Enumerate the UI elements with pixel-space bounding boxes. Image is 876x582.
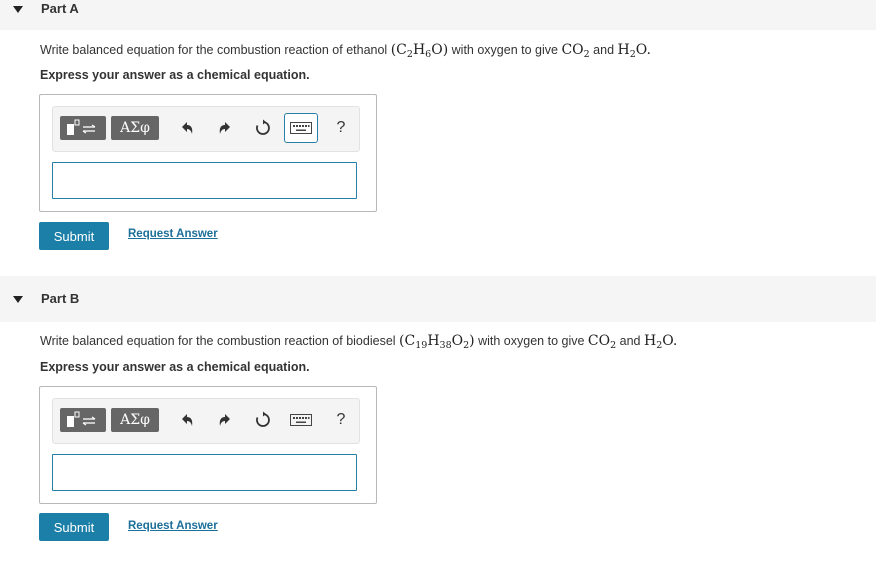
- part-b-submit-button[interactable]: Submit: [39, 513, 109, 541]
- part-b-math-toolbar: ΑΣφ ?: [52, 398, 360, 444]
- keyboard-icon: [290, 122, 312, 134]
- caret-down-icon[interactable]: [13, 296, 23, 303]
- redo-button[interactable]: [213, 116, 237, 140]
- help-button[interactable]: ?: [329, 408, 353, 432]
- h2o-formula: H2O.: [643, 333, 678, 351]
- part-b-question: Write balanced equation for the combusti…: [40, 333, 678, 351]
- caret-down-icon[interactable]: [13, 6, 23, 13]
- part-b-title: Part B: [41, 291, 80, 306]
- biodiesel-formula: (C19H38O2): [399, 333, 475, 351]
- help-icon: ?: [336, 411, 346, 428]
- part-a-answer-input[interactable]: [52, 162, 357, 199]
- undo-icon: [182, 122, 193, 134]
- part-b-answer-input[interactable]: [52, 454, 357, 491]
- ethanol-formula: (C2H6O): [390, 42, 449, 60]
- reset-icon: [256, 411, 270, 427]
- templates-icon: [67, 119, 96, 135]
- part-b-instruction: Express your answer as a chemical equati…: [40, 360, 310, 374]
- part-a-instruction: Express your answer as a chemical equati…: [40, 68, 310, 82]
- undo-button[interactable]: [175, 116, 199, 140]
- undo-button[interactable]: [175, 408, 199, 432]
- keyboard-button[interactable]: [284, 113, 318, 143]
- part-a-submit-button[interactable]: Submit: [39, 222, 109, 250]
- keyboard-icon: [290, 414, 312, 426]
- part-b-request-answer-link[interactable]: Request Answer: [128, 520, 218, 532]
- co2-formula: CO2: [561, 42, 590, 60]
- greek-symbols-button[interactable]: ΑΣφ: [111, 116, 159, 140]
- help-icon: ?: [336, 119, 346, 136]
- reset-button[interactable]: [251, 408, 275, 432]
- part-b-header[interactable]: Part B: [0, 276, 876, 322]
- templates-button[interactable]: [60, 408, 106, 432]
- redo-icon: [219, 122, 230, 134]
- help-button[interactable]: ?: [329, 116, 353, 140]
- keyboard-button[interactable]: [284, 405, 318, 435]
- part-a-request-answer-link[interactable]: Request Answer: [128, 228, 218, 240]
- part-a-title: Part A: [41, 1, 79, 16]
- reset-icon: [256, 119, 270, 135]
- part-a-question: Write balanced equation for the combusti…: [40, 42, 651, 60]
- templates-icon: [67, 411, 96, 427]
- reset-button[interactable]: [251, 116, 275, 140]
- h2o-formula: H2O.: [617, 42, 651, 60]
- templates-button[interactable]: [60, 116, 106, 140]
- co2-formula: CO2: [587, 333, 617, 351]
- part-a-answer-box: ΑΣφ ?: [39, 94, 377, 212]
- part-a-math-toolbar: ΑΣφ ?: [52, 106, 360, 152]
- redo-icon: [219, 414, 230, 426]
- greek-symbols-button[interactable]: ΑΣφ: [111, 408, 159, 432]
- redo-button[interactable]: [213, 408, 237, 432]
- part-a-header[interactable]: Part A: [0, 0, 876, 30]
- part-b-answer-box: ΑΣφ ?: [39, 386, 377, 504]
- undo-icon: [182, 414, 193, 426]
